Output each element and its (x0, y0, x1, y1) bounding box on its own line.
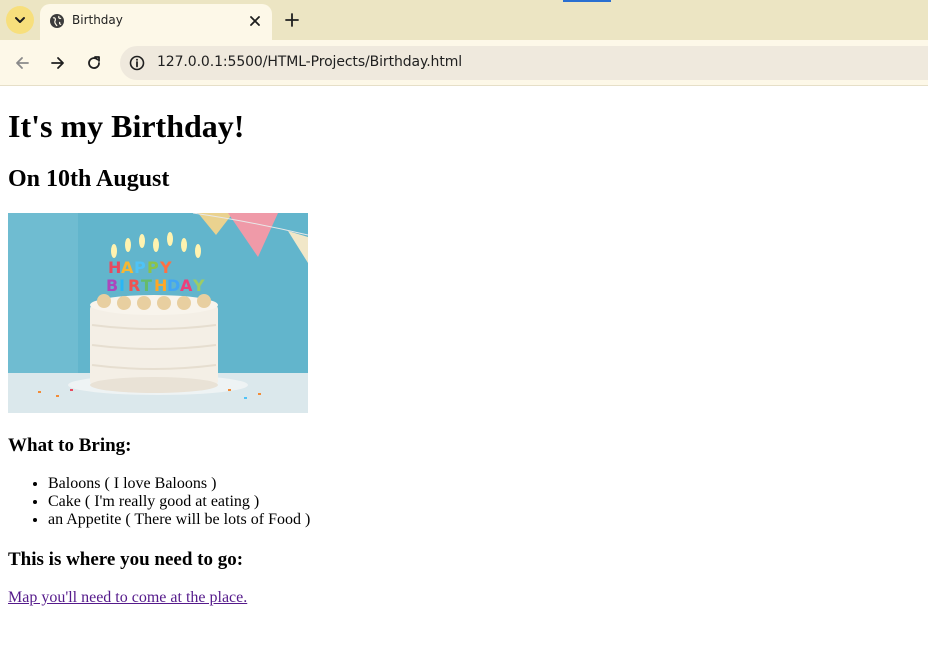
close-icon (250, 16, 260, 26)
tab-birthday[interactable]: Birthday (40, 4, 272, 40)
svg-text:Y: Y (159, 258, 172, 277)
svg-text:B: B (106, 276, 118, 295)
list-item: Baloons ( I love Baloons ) (48, 475, 920, 493)
chevron-down-icon (15, 17, 25, 23)
globe-icon (50, 14, 64, 28)
svg-text:T: T (141, 276, 152, 295)
reload-button[interactable] (82, 51, 106, 75)
bring-list: Baloons ( I love Baloons ) Cake ( I'm re… (8, 475, 920, 529)
back-arrow-icon (16, 57, 29, 69)
map-paragraph: Map you'll need to come at the place. (8, 589, 920, 607)
tab-search-button[interactable] (6, 6, 34, 34)
forward-button[interactable] (46, 51, 70, 75)
url-text[interactable]: 127.0.0.1:5500/HTML-Projects/Birthday.ht… (157, 54, 462, 70)
forward-arrow-icon (51, 57, 64, 69)
svg-text:I: I (119, 276, 125, 295)
list-item: an Appetite ( There will be lots of Food… (48, 511, 920, 529)
svg-text:P: P (134, 258, 146, 277)
svg-text:P: P (147, 258, 159, 277)
page-content: It's my Birthday! On 10th August HA PP Y… (8, 87, 920, 607)
tab-title: Birthday (72, 13, 123, 27)
svg-text:A: A (121, 258, 134, 277)
svg-text:R: R (128, 276, 140, 295)
reload-icon (88, 56, 100, 69)
svg-text:Y: Y (192, 276, 205, 295)
back-button[interactable] (10, 51, 34, 75)
tab-strip: Birthday (0, 0, 928, 40)
tab-group-indicator (563, 0, 611, 2)
plus-icon (285, 13, 299, 27)
tab-close-button[interactable] (247, 13, 263, 29)
bring-heading: What to Bring: (8, 435, 132, 456)
address-bar[interactable]: 127.0.0.1:5500/HTML-Projects/Birthday.ht… (120, 46, 928, 80)
page-title: It's my Birthday! (8, 108, 245, 144)
new-tab-button[interactable] (280, 8, 304, 32)
list-item: Cake ( I'm really good at eating ) (48, 493, 920, 511)
browser-toolbar: 127.0.0.1:5500/HTML-Projects/Birthday.ht… (0, 40, 928, 86)
svg-text:H: H (154, 276, 167, 295)
svg-text:A: A (180, 276, 193, 295)
svg-text:H: H (108, 258, 121, 277)
info-icon[interactable] (129, 55, 145, 71)
location-heading: This is where you need to go: (8, 549, 244, 570)
birthday-cake-image: HA PP Y BI RT HD AY (8, 213, 308, 413)
map-link[interactable]: Map you'll need to come at the place. (8, 589, 247, 606)
event-date: On 10th August (8, 166, 170, 192)
svg-text:D: D (167, 276, 180, 295)
